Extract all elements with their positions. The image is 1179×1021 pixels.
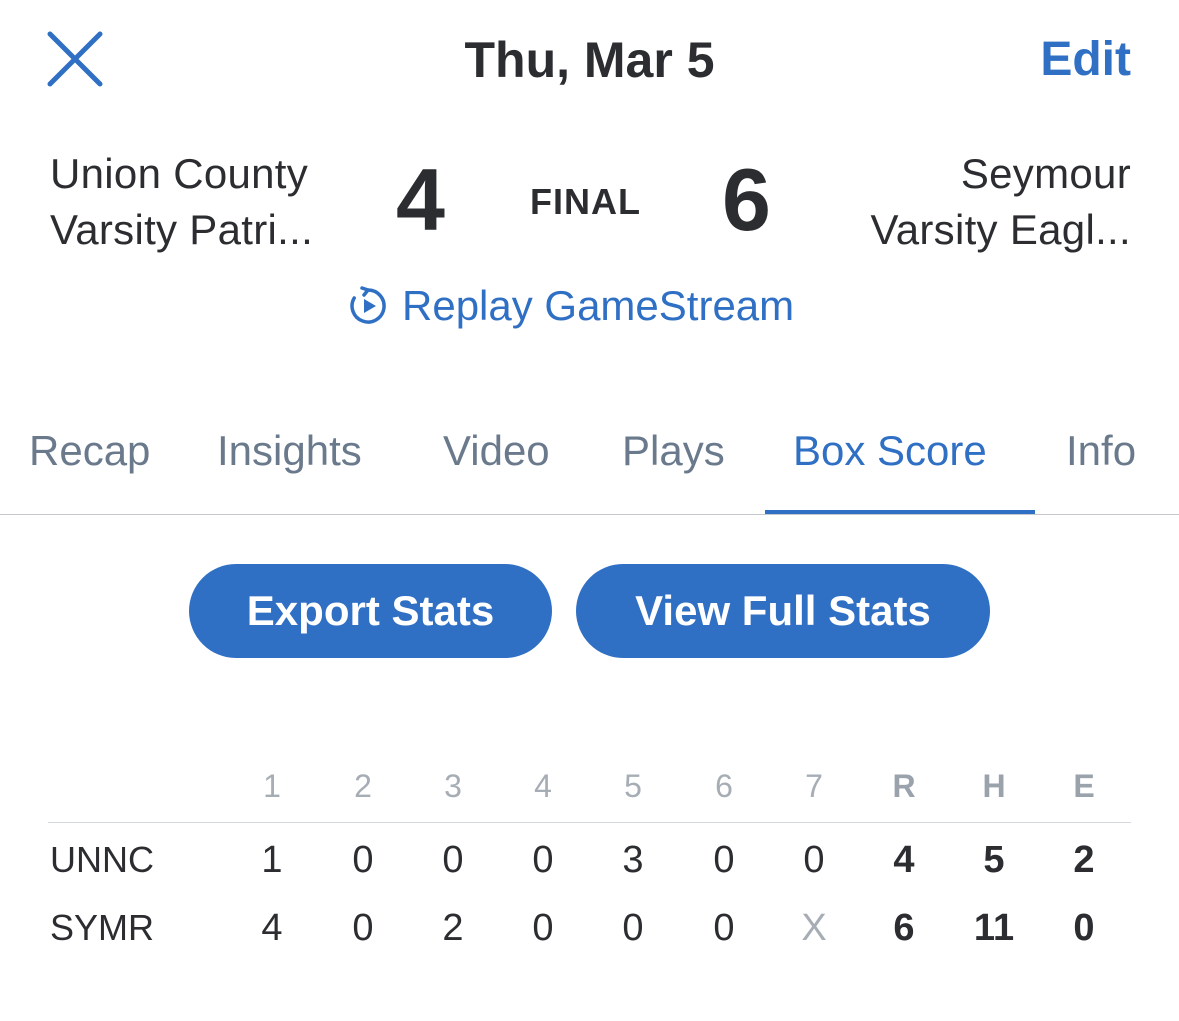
- page-title: Thu, Mar 5: [464, 32, 715, 88]
- box-score-team-label: UNNC: [50, 839, 154, 880]
- box-score-team-label: SYMR: [50, 907, 155, 948]
- tab-box-score[interactable]: Box Score: [793, 424, 987, 478]
- tab-bar: Recap Insights Video Plays Box Score Inf…: [0, 416, 1179, 516]
- home-team-line1: Union County: [50, 150, 309, 197]
- box-score-cell: 11: [973, 907, 1015, 949]
- box-score-cell: 5: [983, 839, 1005, 881]
- box-score-cell: X: [801, 907, 827, 949]
- home-team-name[interactable]: Union County Varsity Patri...: [50, 146, 370, 258]
- box-score-header-cell: 4: [534, 768, 552, 804]
- box-score-cell: 4: [261, 907, 283, 949]
- home-score: 4: [396, 150, 445, 249]
- box-score-cell: 0: [532, 907, 554, 949]
- replay-gamestream-link[interactable]: Replay GameStream: [346, 278, 794, 334]
- box-score-cell: 0: [442, 839, 464, 881]
- box-score-cell: 0: [713, 839, 735, 881]
- box-score-cell: 4: [893, 839, 915, 881]
- box-score-cell: 3: [622, 839, 644, 881]
- box-score-cell: 0: [713, 907, 735, 949]
- away-team-line2: Varsity Eagl...: [870, 206, 1131, 253]
- away-team-line1: Seymour: [960, 150, 1131, 197]
- home-team-line2: Varsity Patri...: [50, 206, 314, 253]
- replay-label: Replay GameStream: [402, 282, 795, 329]
- view-full-stats-button[interactable]: View Full Stats: [576, 564, 990, 658]
- export-stats-button[interactable]: Export Stats: [189, 564, 552, 658]
- box-score-cell: 0: [622, 907, 644, 949]
- box-score-header-cell: 5: [624, 768, 642, 804]
- box-score-cell: 0: [803, 839, 825, 881]
- box-score-header-cell: 7: [805, 768, 823, 804]
- box-score-cell: 1: [261, 839, 283, 881]
- box-score-cell: 0: [1073, 907, 1095, 949]
- box-score-header-cell: 2: [354, 768, 372, 804]
- tab-info[interactable]: Info: [1066, 424, 1136, 478]
- tab-recap[interactable]: Recap: [29, 424, 150, 478]
- tab-insights[interactable]: Insights: [217, 424, 362, 478]
- away-score: 6: [722, 150, 771, 249]
- box-score-header-cell: 1: [263, 768, 281, 804]
- tab-video[interactable]: Video: [443, 424, 550, 478]
- edit-button[interactable]: Edit: [1040, 30, 1131, 90]
- box-score-header-cell: R: [892, 768, 916, 804]
- box-score-cell: 0: [532, 839, 554, 881]
- replay-icon: [350, 286, 386, 324]
- away-team-name[interactable]: Seymour Varsity Eagl...: [791, 146, 1131, 258]
- tab-plays[interactable]: Plays: [622, 424, 725, 478]
- box-score-header-cell: 3: [444, 768, 462, 804]
- box-score-cell: 0: [352, 907, 374, 949]
- box-score-header-cell: H: [982, 768, 1006, 804]
- box-score-cell: 6: [893, 907, 915, 949]
- game-status: FINAL: [530, 181, 641, 222]
- tabs-divider: [0, 514, 1179, 515]
- box-score-cell: 2: [1073, 839, 1095, 881]
- box-score-cell: 0: [352, 839, 374, 881]
- box-score-cell: 2: [442, 907, 464, 949]
- box-score-header-cell: 6: [715, 768, 733, 804]
- box-score-divider: [48, 822, 1131, 823]
- box-score-header-cell: E: [1073, 768, 1095, 804]
